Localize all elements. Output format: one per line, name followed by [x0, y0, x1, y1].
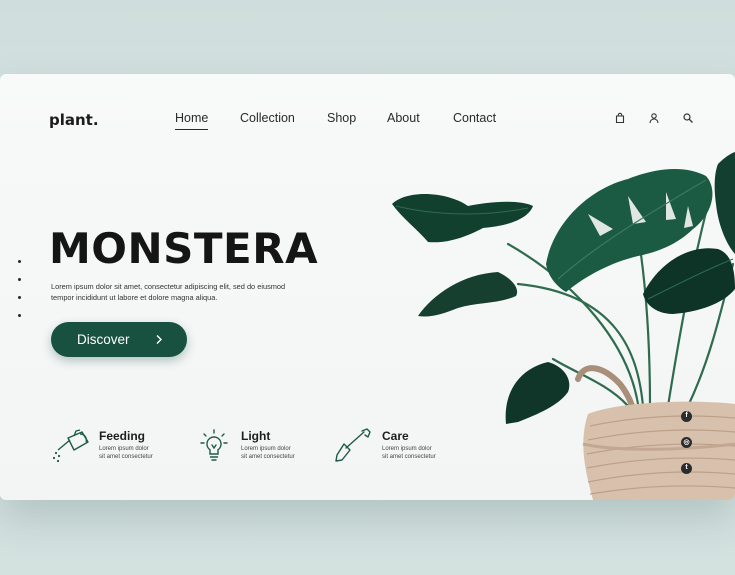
feature-feeding-line-1: Lorem ipsum dolor	[99, 446, 149, 452]
bag-icon[interactable]	[614, 112, 626, 124]
slide-dot-4[interactable]	[18, 314, 21, 317]
feature-light-title: Light	[241, 429, 271, 443]
hero-title: MONSTERA	[49, 224, 319, 273]
dribbble-icon[interactable]: ◎	[681, 437, 692, 448]
slide-dot-3[interactable]	[18, 296, 21, 299]
user-icon[interactable]	[648, 112, 660, 124]
nav-contact[interactable]: Contact	[453, 111, 496, 125]
watering-can-icon	[52, 429, 89, 463]
feature-feeding-line-2: sit amet consectetur	[99, 454, 153, 460]
light-bulb-icon	[200, 429, 228, 461]
nav-collection[interactable]: Collection	[240, 111, 295, 125]
twitter-glyph: t	[685, 464, 688, 471]
nav-about[interactable]: About	[387, 111, 420, 125]
dribbble-glyph: ◎	[683, 439, 690, 446]
facebook-glyph: f	[685, 412, 688, 419]
feature-feeding-text: Lorem ipsum dolor sit amet consectetur	[99, 445, 169, 461]
search-icon[interactable]	[682, 112, 694, 124]
twitter-icon[interactable]: t	[681, 463, 692, 474]
hero-description-line-1: Lorem ipsum dolor sit amet, consectetur …	[51, 282, 286, 291]
brand-logo[interactable]: plant.	[49, 111, 99, 129]
chevron-right-icon	[156, 335, 162, 344]
shovel-icon	[335, 428, 371, 462]
hero-description-line-2: tempor incididunt ut labore et dolore ma…	[51, 293, 218, 302]
hero-description: Lorem ipsum dolor sit amet, consectetur …	[51, 281, 336, 303]
feature-light-line-1: Lorem ipsum dolor	[241, 446, 291, 452]
feature-light-line-2: sit amet consectetur	[241, 454, 295, 460]
discover-button[interactable]: Discover	[51, 322, 187, 357]
discover-button-label: Discover	[77, 332, 130, 347]
landing-card: plant. Home Collection Shop About Contac…	[0, 74, 735, 500]
facebook-icon[interactable]: f	[681, 411, 692, 422]
nav-home[interactable]: Home	[175, 111, 209, 130]
nav-shop[interactable]: Shop	[327, 111, 356, 125]
slide-dot-1[interactable]	[18, 260, 21, 263]
feature-feeding-title: Feeding	[99, 429, 146, 443]
slide-dot-2[interactable]	[18, 278, 21, 281]
feature-light-text: Lorem ipsum dolor sit amet consectetur	[241, 445, 311, 461]
